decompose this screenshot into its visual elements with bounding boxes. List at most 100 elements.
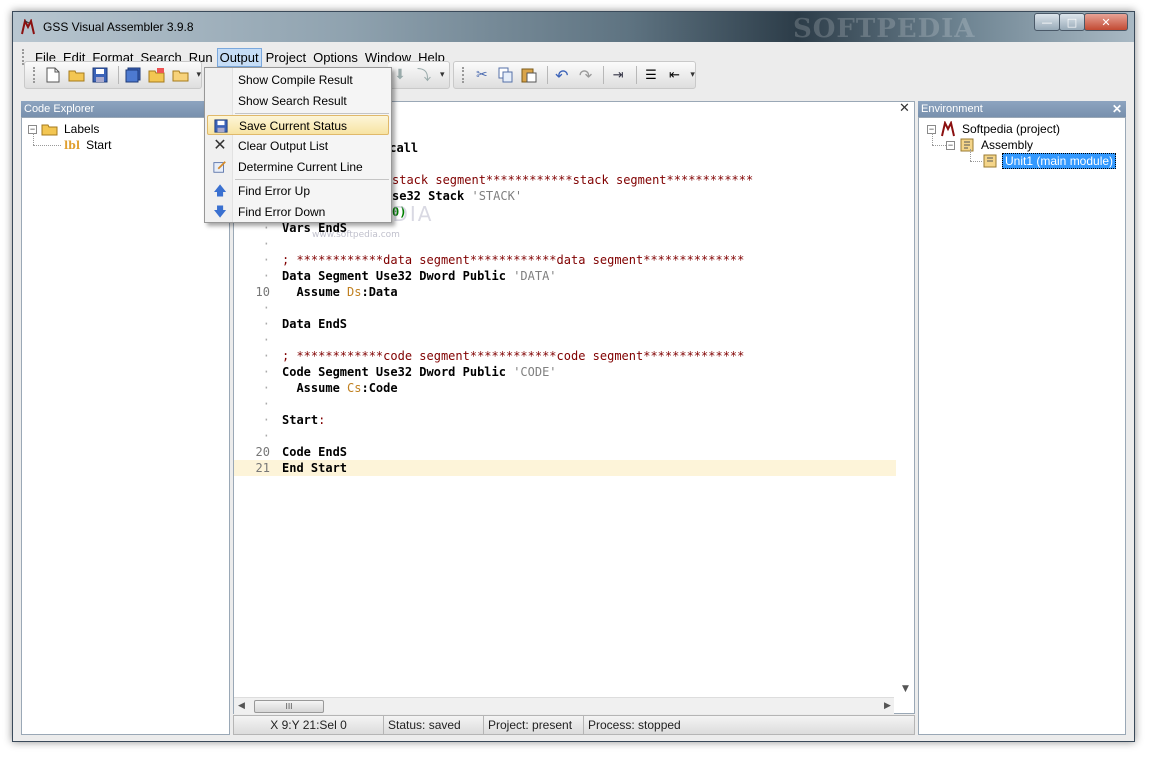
code-text: Data Segment Use32 Dword Public 'DATA' <box>282 269 557 283</box>
toolbar-overflow-icon[interactable]: ▾ <box>690 70 695 80</box>
minimize-button[interactable]: — <box>1034 13 1060 31</box>
menu-item-determine-current-line[interactable]: Determine Current Line <box>207 157 389 177</box>
environment-title: Environment <box>921 103 983 115</box>
edit-icon <box>212 159 228 175</box>
line-number: · <box>262 365 270 379</box>
tree-node-assembly[interactable]: − Assembly <box>946 137 1033 153</box>
tree-node-start[interactable]: lbl Start <box>64 137 111 153</box>
code-line[interactable]: · Code Segment Use32 Dword Public 'CODE' <box>234 364 896 380</box>
horizontal-scrollbar[interactable]: ◀ III ▶ <box>234 697 894 714</box>
save-icon <box>213 118 229 134</box>
menu-separator <box>235 179 389 180</box>
editor-close-icon[interactable]: ✕ <box>899 101 910 116</box>
clear-icon: ✕ <box>213 137 227 154</box>
line-number: · <box>262 269 270 283</box>
toolbar-overflow-icon[interactable]: ▾ <box>196 70 201 80</box>
code-line[interactable]: 10 Assume Ds:Data <box>234 284 896 300</box>
tree-node-label: Start <box>86 138 112 152</box>
arrow-down-icon: 🡇 <box>213 204 227 219</box>
paste-icon[interactable] <box>519 65 539 85</box>
toolbar-separator <box>547 66 549 84</box>
menu-item-save-current-status[interactable]: Save Current Status <box>207 115 389 135</box>
copy-icon[interactable] <box>496 65 516 85</box>
code-text: ; ************code segment************co… <box>282 349 745 363</box>
scroll-right-icon[interactable]: ▶ <box>884 701 891 711</box>
indent-icon[interactable]: ⇥ <box>608 65 628 85</box>
menu-item-clear-output-list[interactable]: ✕ Clear Output List <box>207 136 389 156</box>
tree-node-labels[interactable]: − Labels <box>28 121 99 137</box>
toolbar-overflow-icon[interactable]: ▾ <box>440 70 445 80</box>
menu-item-find-error-up[interactable]: 🡅 Find Error Up <box>207 181 389 201</box>
tree-node-label: Softpedia (project) <box>962 122 1061 136</box>
menu-item-find-error-down[interactable]: 🡇 Find Error Down <box>207 202 389 222</box>
tree-node-label: Unit1 (main module) <box>1002 153 1117 169</box>
scroll-left-icon[interactable]: ◀ <box>238 701 245 711</box>
line-number: 10 <box>255 285 270 299</box>
new-file-icon[interactable] <box>43 65 63 85</box>
code-line[interactable]: · Assume Cs:Code <box>234 380 896 396</box>
close-button[interactable]: ✕ <box>1084 13 1128 31</box>
menu-separator <box>235 113 389 114</box>
code-text: Data EndS <box>282 317 348 331</box>
folder-icon <box>41 124 58 136</box>
title-watermark: SOFTPEDIA <box>793 14 976 44</box>
scroll-thumb[interactable]: III <box>254 700 324 713</box>
code-line[interactable]: 20 Code EndS <box>234 444 896 460</box>
step-over-icon[interactable]: ⤵ <box>414 65 434 85</box>
line-number: · <box>262 413 270 427</box>
environment-close-icon[interactable]: ✕ <box>1112 101 1122 117</box>
code-line[interactable]: · <box>234 396 896 412</box>
maximize-button[interactable]: □ <box>1059 13 1085 31</box>
collapse-icon[interactable]: − <box>946 140 955 150</box>
toolbar-grip[interactable] <box>462 67 466 83</box>
code-explorer-panel: − Labels lbl Start <box>21 117 230 735</box>
code-line[interactable]: · Start: <box>234 412 896 428</box>
code-line[interactable]: · ; ************code segment************c… <box>234 348 896 364</box>
code-line[interactable]: 21 End Start <box>234 460 896 476</box>
window-title: GSS Visual Assembler 3.9.8 <box>43 20 194 34</box>
save-all-icon[interactable] <box>123 65 143 85</box>
menu-output[interactable]: Output <box>216 47 262 67</box>
title-bar[interactable]: GSS Visual Assembler 3.9.8 SOFTPEDIA — □… <box>13 12 1134 44</box>
line-number: · <box>262 253 270 267</box>
menu-item-show-compile-result[interactable]: Show Compile Result <box>207 70 389 90</box>
line-number: · <box>262 429 270 443</box>
line-number: · <box>262 397 270 411</box>
code-line[interactable]: · Data EndS <box>234 316 896 332</box>
maximize-icon: □ <box>1066 15 1078 29</box>
menu-options[interactable]: Options <box>310 48 361 67</box>
redo-icon[interactable]: ↷ <box>576 65 596 85</box>
environment-header: Environment ✕ <box>918 101 1126 117</box>
code-line[interactable]: · ; ************data segment************d… <box>234 252 896 268</box>
tree-node-module[interactable]: Unit1 (main module) <box>982 153 1117 169</box>
line-number: 21 <box>255 461 270 475</box>
folder-icon[interactable] <box>171 65 191 85</box>
code-line[interactable]: · Data Segment Use32 Dword Public 'DATA' <box>234 268 896 284</box>
status-bar: X 9:Y 21:Sel 0 Status: saved Project: pr… <box>233 715 915 735</box>
toolbar-grip[interactable] <box>33 67 37 83</box>
line-number: · <box>262 333 270 347</box>
scroll-down-icon[interactable]: ▼ <box>902 684 909 694</box>
arrow-up-icon: 🡅 <box>213 183 227 198</box>
save-icon[interactable] <box>90 65 110 85</box>
open-folder-icon[interactable] <box>67 65 87 85</box>
toolbar-separator <box>603 66 605 84</box>
output-menu: Show Compile Result Show Search Result S… <box>204 67 392 223</box>
toolbar-separator <box>636 66 638 84</box>
close-icon: ✕ <box>1101 15 1111 29</box>
code-explorer-header: Code Explorer <box>21 101 230 117</box>
outdent-icon[interactable]: ⇤ <box>665 65 685 85</box>
step-into-icon[interactable]: ⬇ <box>390 65 410 85</box>
line-number: · <box>262 349 270 363</box>
undo-icon[interactable]: ↶ <box>552 65 572 85</box>
code-line[interactable]: · <box>234 332 896 348</box>
tree-node-project[interactable]: − Softpedia (project) <box>927 121 1060 137</box>
menu-item-show-search-result[interactable]: Show Search Result <box>207 91 389 111</box>
open-project-icon[interactable] <box>147 65 167 85</box>
cut-icon[interactable]: ✂ <box>472 65 492 85</box>
code-line[interactable]: · <box>234 300 896 316</box>
tree-node-label: Assembly <box>981 138 1034 152</box>
code-line[interactable]: · <box>234 428 896 444</box>
menu-project[interactable]: Project <box>263 48 309 67</box>
format-icon[interactable]: ☰ <box>641 65 661 85</box>
